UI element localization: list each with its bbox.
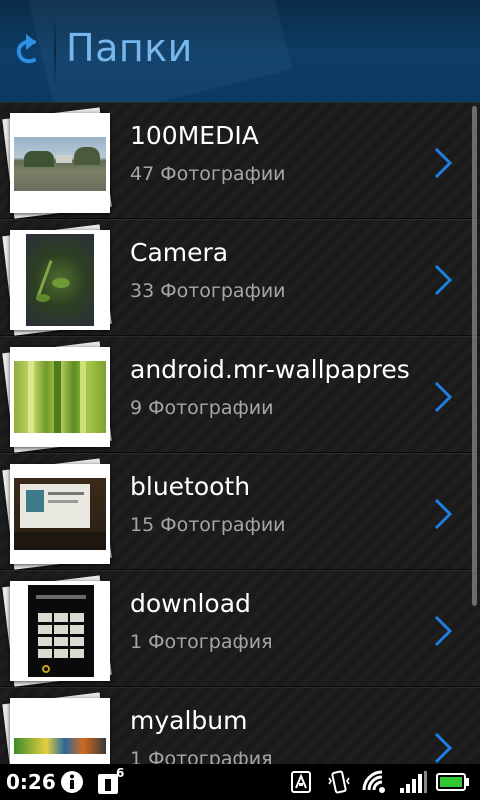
folder-thumbnail bbox=[2, 107, 114, 219]
action-bar: Папки bbox=[0, 0, 480, 102]
chevron-right-icon bbox=[434, 732, 453, 764]
thumbnail-front-frame bbox=[10, 347, 110, 447]
chevron-right-icon bbox=[434, 147, 453, 179]
thumbnail-front-frame bbox=[10, 698, 110, 764]
header-divider bbox=[54, 16, 56, 86]
folder-photo-count: 1 Фотография bbox=[130, 631, 273, 653]
folder-name: myalbum bbox=[130, 706, 248, 735]
folder-thumbnail bbox=[2, 458, 114, 570]
thumbnail-front-frame bbox=[10, 581, 110, 681]
thumbnail-image bbox=[28, 585, 94, 677]
folder-photo-count: 9 Фотографии bbox=[130, 397, 274, 419]
folder-name: Camera bbox=[130, 238, 229, 267]
usb-icon bbox=[291, 771, 311, 793]
thumbnail-front-frame bbox=[10, 230, 110, 330]
folder-photo-count: 1 Фотография bbox=[130, 748, 273, 764]
folder-name: bluetooth bbox=[130, 472, 251, 501]
chevron-right-icon bbox=[434, 381, 453, 413]
signal-icon bbox=[400, 771, 427, 793]
thumbnail-image bbox=[14, 738, 106, 754]
thumbnail-front-frame bbox=[10, 113, 110, 213]
folder-thumbnail bbox=[2, 692, 114, 764]
folder-item-android-mr-wallpapres[interactable]: android.mr-wallpapres 9 Фотографии bbox=[0, 336, 480, 453]
folder-item-bluetooth[interactable]: bluetooth 15 Фотографии bbox=[0, 453, 480, 570]
thumbnail-image bbox=[14, 478, 106, 550]
notification-count: 6 bbox=[116, 766, 125, 780]
list-scrollbar[interactable] bbox=[472, 106, 477, 606]
folder-name: download bbox=[130, 589, 251, 618]
vibrate-icon bbox=[328, 770, 350, 794]
folder-item-camera[interactable]: Camera 33 Фотографии bbox=[0, 219, 480, 336]
clock: 0:26 bbox=[6, 770, 56, 794]
thumbnail-front-frame bbox=[10, 464, 110, 564]
info-icon bbox=[61, 771, 83, 793]
thumbnail-image bbox=[14, 137, 106, 191]
folder-list[interactable]: 100MEDIA 47 Фотографии Camera 33 Фотогра… bbox=[0, 102, 480, 764]
folder-thumbnail bbox=[2, 341, 114, 453]
back-button[interactable] bbox=[0, 0, 54, 102]
page-title: Папки bbox=[66, 26, 193, 70]
thumbnail-image bbox=[14, 361, 106, 433]
wifi-icon bbox=[362, 770, 385, 793]
back-arrow-icon bbox=[16, 34, 36, 64]
folder-photo-count: 33 Фотографии bbox=[130, 280, 286, 302]
folder-thumbnail bbox=[2, 224, 114, 336]
folder-name: android.mr-wallpapres bbox=[130, 355, 410, 384]
status-bar: 0:26 6 bbox=[0, 764, 480, 800]
battery-icon bbox=[436, 773, 469, 791]
folder-name: 100MEDIA bbox=[130, 121, 259, 150]
chevron-right-icon bbox=[434, 615, 453, 647]
folder-photo-count: 15 Фотографии bbox=[130, 514, 286, 536]
thumbnail-image bbox=[26, 234, 94, 326]
folder-item-myalbum[interactable]: myalbum 1 Фотография bbox=[0, 687, 480, 764]
folder-thumbnail bbox=[2, 575, 114, 687]
folder-item-download[interactable]: download 1 Фотография bbox=[0, 570, 480, 687]
folder-photo-count: 47 Фотографии bbox=[130, 163, 286, 185]
chevron-right-icon bbox=[434, 498, 453, 530]
folder-item-100media[interactable]: 100MEDIA 47 Фотографии bbox=[0, 102, 480, 219]
chevron-right-icon bbox=[434, 264, 453, 296]
